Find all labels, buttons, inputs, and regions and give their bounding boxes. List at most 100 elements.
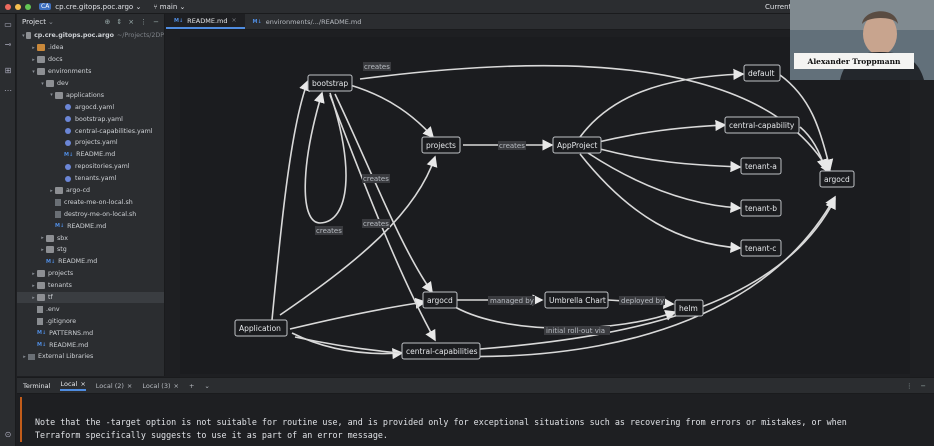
yaml-file-icon: [65, 139, 71, 146]
markdown-icon: M↓: [55, 223, 65, 230]
chevron-right-icon[interactable]: ▸: [30, 295, 37, 301]
chevron-right-icon[interactable]: ▸: [39, 247, 46, 253]
new-terminal-tab-icon[interactable]: +: [189, 382, 194, 390]
chevron-right-icon[interactable]: ▸: [30, 45, 37, 51]
tree-item[interactable]: ▾ cp.cre.gitops.poc.argo ~/Projects/2DP: [17, 30, 164, 42]
edge-labels: creates creates creates creates creates …: [315, 62, 665, 335]
commit-icon[interactable]: ⊸: [3, 40, 13, 50]
tree-item[interactable]: bootstrap.yaml: [17, 113, 164, 125]
expand-all-icon[interactable]: ⇕: [116, 18, 122, 26]
tree-item[interactable]: ▸ projects: [17, 268, 164, 280]
folder-icon: [37, 68, 45, 76]
run-config-label[interactable]: Current: [765, 3, 791, 11]
tree-item[interactable]: .gitignore: [17, 315, 164, 327]
branch-switcher[interactable]: ⑂ main ⌄: [153, 3, 185, 11]
tree-item-label: README.md: [67, 222, 107, 230]
tree-item[interactable]: central-capabilities.yaml: [17, 125, 164, 137]
close-icon[interactable]: ×: [174, 382, 179, 390]
chevron-down-icon[interactable]: ▾: [30, 69, 37, 75]
tree-item[interactable]: ▸ External Libraries: [17, 351, 164, 363]
options-icon[interactable]: ⋮: [906, 382, 913, 390]
locate-icon[interactable]: ⊕: [105, 18, 111, 26]
markdown-icon: M↓: [252, 18, 262, 25]
tree-item[interactable]: ▾ environments: [17, 66, 164, 78]
zoom-window-button[interactable]: [25, 3, 31, 10]
structure-icon[interactable]: ⊞: [3, 66, 13, 76]
edge-label-creates: creates: [363, 220, 389, 228]
minimize-window-button[interactable]: [15, 3, 21, 10]
tree-item[interactable]: ▾ applications: [17, 89, 164, 101]
chevron-right-icon[interactable]: ▸: [30, 57, 37, 63]
tree-item[interactable]: M↓ README.md: [17, 256, 164, 268]
chevron-down-icon[interactable]: ⌄: [48, 18, 54, 26]
tree-item[interactable]: M↓ README.md: [17, 220, 164, 232]
tree-item[interactable]: ▸ tf: [17, 291, 164, 304]
file-icon: [37, 317, 43, 325]
tab-environments-readme[interactable]: M↓ environments/.../README.md: [245, 14, 370, 29]
tree-item[interactable]: ▸ tenants: [17, 280, 164, 292]
tree-item-label: README.md: [76, 151, 116, 159]
close-icon[interactable]: ×: [232, 17, 237, 24]
node-label: tenant-b: [745, 204, 777, 213]
tree-item[interactable]: M↓ PATTERNS.md: [17, 327, 164, 339]
more-icon[interactable]: ⋯: [3, 86, 13, 96]
tree-item-path: ~/Projects/2DP: [117, 32, 164, 40]
terminal-output[interactable]: Note that the -target option is not suit…: [20, 397, 934, 442]
tree-item[interactable]: ▸ sbx: [17, 232, 164, 244]
close-icon[interactable]: ×: [127, 382, 132, 390]
edge-label-creates: creates: [363, 175, 389, 183]
yaml-file-icon: [65, 163, 71, 170]
tab-label: README.md: [187, 16, 228, 25]
chevron-right-icon[interactable]: ▸: [30, 271, 37, 277]
close-icon[interactable]: ×: [80, 380, 85, 388]
project-panel-title[interactable]: Project: [22, 18, 46, 26]
node-central-capabilities: central-capabilities: [401, 342, 481, 360]
folder-icon: [46, 234, 54, 242]
terminal-tab-local-2[interactable]: Local (2) ×: [96, 382, 133, 390]
tree-item[interactable]: ▸ .idea: [17, 42, 164, 54]
hide-icon[interactable]: −: [921, 382, 926, 390]
chevron-right-icon[interactable]: ▸: [21, 354, 28, 360]
node-default: default: [743, 64, 781, 82]
terminal-tab-local-3[interactable]: Local (3) ×: [142, 382, 179, 390]
chevron-down-icon[interactable]: ▾: [39, 81, 46, 87]
edge-label-creates: creates: [364, 63, 390, 71]
tree-item[interactable]: create-me-on-local.sh: [17, 196, 164, 208]
edge-application-projects: [279, 155, 438, 316]
chevron-down-icon[interactable]: ▾: [48, 92, 55, 98]
tab-readme[interactable]: M↓ README.md ×: [166, 14, 245, 29]
chevron-down-icon[interactable]: ⌄: [204, 382, 209, 390]
tree-item[interactable]: projects.yaml: [17, 137, 164, 149]
tree-item[interactable]: destroy-me-on-local.sh: [17, 208, 164, 220]
hide-icon[interactable]: −: [153, 18, 159, 26]
node-label: bootstrap: [312, 79, 348, 88]
chevron-down-icon[interactable]: ▾: [21, 33, 26, 39]
options-icon[interactable]: ⋮: [140, 18, 147, 26]
tree-item[interactable]: M↓ README.md: [17, 149, 164, 161]
terminal-icon[interactable]: ⊙: [3, 430, 13, 440]
chevron-right-icon[interactable]: ▸: [39, 235, 46, 241]
project-tree: ▾ cp.cre.gitops.poc.argo ~/Projects/2DP ▸ .i…: [17, 30, 164, 363]
edge-label-deployed-by: deployed by: [621, 297, 664, 305]
shell-script-icon: [55, 198, 61, 206]
tree-item[interactable]: argocd.yaml: [17, 101, 164, 113]
collapse-all-icon[interactable]: ⨯: [128, 18, 134, 26]
edge-bootstrap-projects: [349, 84, 435, 139]
tree-item[interactable]: ▸ docs: [17, 54, 164, 66]
tree-item[interactable]: ▾ dev: [17, 78, 164, 90]
tree-item[interactable]: ▸ argo-cd: [17, 185, 164, 197]
yaml-file-icon: [65, 116, 71, 123]
node-application: Application: [234, 319, 288, 337]
tree-item[interactable]: ▸ stg: [17, 244, 164, 256]
markdown-preview[interactable]: creates creates creates creates creates …: [180, 37, 910, 374]
folder-icon[interactable]: ▭: [3, 20, 13, 30]
tree-item[interactable]: repositories.yaml: [17, 161, 164, 173]
terminal-tab-local[interactable]: Local ×: [60, 380, 86, 391]
chevron-right-icon[interactable]: ▸: [30, 283, 37, 289]
tree-item[interactable]: .env: [17, 303, 164, 315]
close-window-button[interactable]: [5, 3, 11, 10]
tree-item[interactable]: M↓ README.md: [17, 339, 164, 351]
tree-item[interactable]: tenants.yaml: [17, 173, 164, 185]
project-switcher[interactable]: cp.cre.gitops.poc.argo ⌄: [55, 3, 141, 11]
chevron-right-icon[interactable]: ▸: [48, 188, 55, 194]
